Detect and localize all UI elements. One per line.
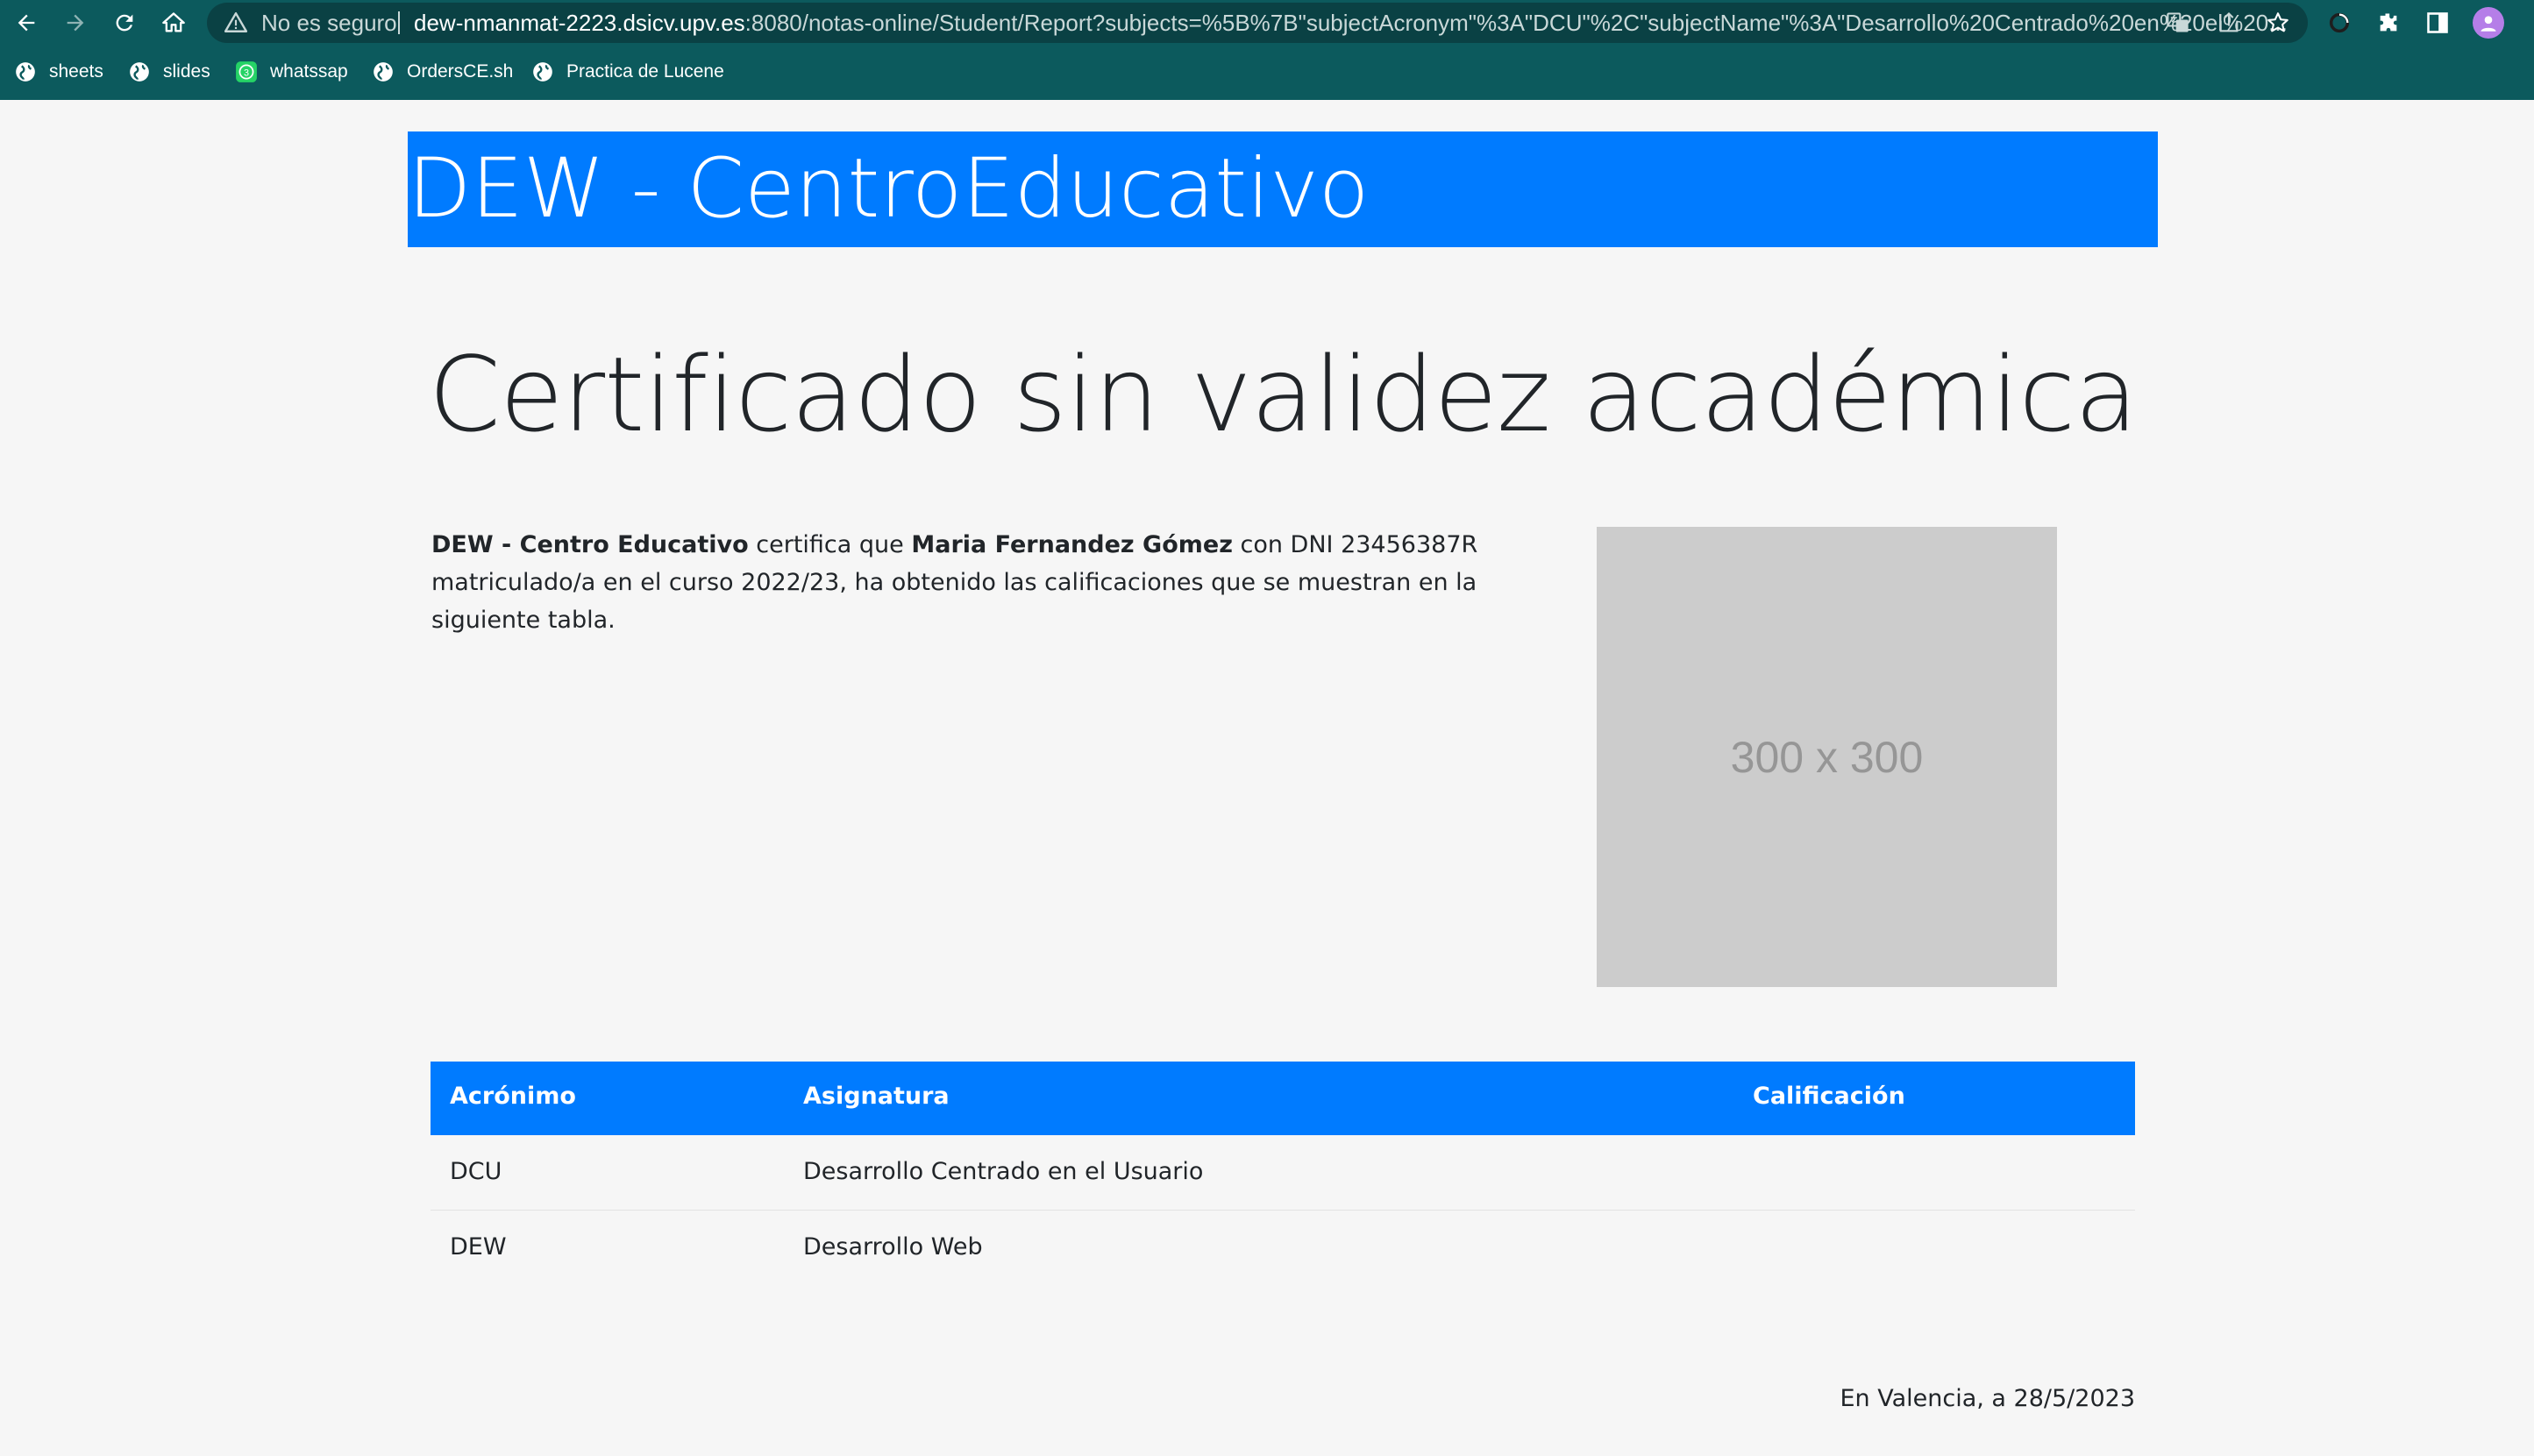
table-row: DEW Desarrollo Web [431, 1211, 2135, 1285]
globe-icon [374, 62, 393, 82]
address-bar[interactable]: No es seguro dew-nmanmat-2223.dsicv.upv.… [207, 3, 2308, 43]
browser-chrome: No es seguro dew-nmanmat-2223.dsicv.upv.… [0, 0, 2534, 100]
column-header-grade: Calificación [1753, 1083, 1905, 1110]
site-title: DEW - CentroEducativo [408, 141, 1370, 237]
home-button[interactable] [156, 7, 191, 39]
certificate-text: DEW - Centro Educativo certifica que Mar… [431, 526, 1571, 639]
bookmark-label: slides [163, 61, 210, 82]
center-name: DEW - Centro Educativo [431, 531, 749, 558]
url-host: dew-nmanmat-2223.dsicv.upv.es [414, 10, 745, 36]
url-text[interactable]: dew-nmanmat-2223.dsicv.upv.es:8080/notas… [414, 10, 2352, 37]
bookmark-star-button[interactable] [2264, 9, 2292, 37]
placeholder-size-label: 300 x 300 [1730, 732, 1924, 782]
globe-icon [533, 62, 552, 82]
bookmark-slides[interactable]: slides [128, 58, 210, 86]
browser-toolbar: No es seguro dew-nmanmat-2223.dsicv.upv.… [0, 0, 2534, 46]
globe-icon [16, 62, 35, 82]
puzzle-icon [2380, 13, 2397, 32]
bookmarks-bar: sheets slides 3 whatssap OrdersCE.sh Pra… [0, 54, 2534, 89]
share-icon [2219, 12, 2239, 32]
student-name: Maria Fernandez Gómez [911, 531, 1233, 558]
certificate-text-part: certifica que [748, 531, 912, 558]
table-header: Acrónimo Asignatura Calificación [431, 1062, 2135, 1135]
bookmark-label: Practica de Lucene [566, 61, 724, 82]
bookmark-label: whatssap [270, 61, 348, 82]
side-panel-icon [2427, 12, 2448, 33]
reload-button[interactable] [107, 7, 142, 39]
address-separator [398, 11, 400, 34]
bookmark-sheets[interactable]: sheets [14, 58, 103, 86]
student-photo-placeholder: 300 x 300 [1597, 527, 2057, 987]
cell-subject: Desarrollo Web [803, 1233, 983, 1261]
cell-acronym: DEW [450, 1233, 507, 1261]
profile-icon [2481, 16, 2496, 32]
reload-icon [116, 14, 133, 32]
back-button[interactable] [9, 7, 44, 39]
table-row: DCU Desarrollo Centrado en el Usuario [431, 1135, 2135, 1211]
home-icon [162, 12, 185, 32]
extensions-button[interactable] [2371, 7, 2406, 39]
bookmark-ordersce[interactable]: OrdersCE.sh [372, 58, 513, 86]
profile-avatar[interactable] [2473, 7, 2504, 39]
place-and-date: En Valencia, a 28/5/2023 [1840, 1385, 2135, 1412]
bookmark-label: OrdersCE.sh [407, 61, 514, 82]
column-header-acronym: Acrónimo [450, 1083, 576, 1110]
extension-sync-button[interactable] [2322, 7, 2357, 39]
whatsapp-icon: 3 [236, 61, 257, 82]
page-title: Certificado sin validez académica [428, 334, 2139, 455]
side-panel-button[interactable] [2420, 7, 2455, 39]
star-icon [2267, 12, 2288, 32]
grades-table: Acrónimo Asignatura Calificación DCU Des… [431, 1062, 2135, 1285]
whatsapp-badge-count: 3 [244, 67, 249, 78]
globe-icon [130, 62, 149, 82]
forward-arrow-icon [67, 14, 84, 32]
bookmark-whatssap[interactable]: 3 whatssap [235, 58, 348, 86]
translate-icon [2167, 12, 2189, 32]
column-header-subject: Asignatura [803, 1083, 950, 1110]
forward-button[interactable] [58, 7, 93, 39]
translate-button[interactable] [2164, 9, 2192, 37]
back-arrow-icon [18, 14, 35, 32]
cell-subject: Desarrollo Centrado en el Usuario [803, 1158, 1204, 1185]
security-status-label[interactable]: No es seguro [261, 10, 397, 37]
site-banner: DEW - CentroEducativo [408, 131, 2158, 247]
share-button[interactable] [2215, 9, 2243, 37]
warning-icon [224, 11, 247, 32]
sync-extension-icon [2329, 12, 2350, 33]
bookmark-practica-lucene[interactable]: Practica de Lucene [531, 58, 724, 86]
bookmark-label: sheets [49, 61, 103, 82]
url-path: :8080/notas-online/Student/Report?subjec… [744, 10, 2288, 36]
cell-acronym: DCU [450, 1158, 502, 1185]
